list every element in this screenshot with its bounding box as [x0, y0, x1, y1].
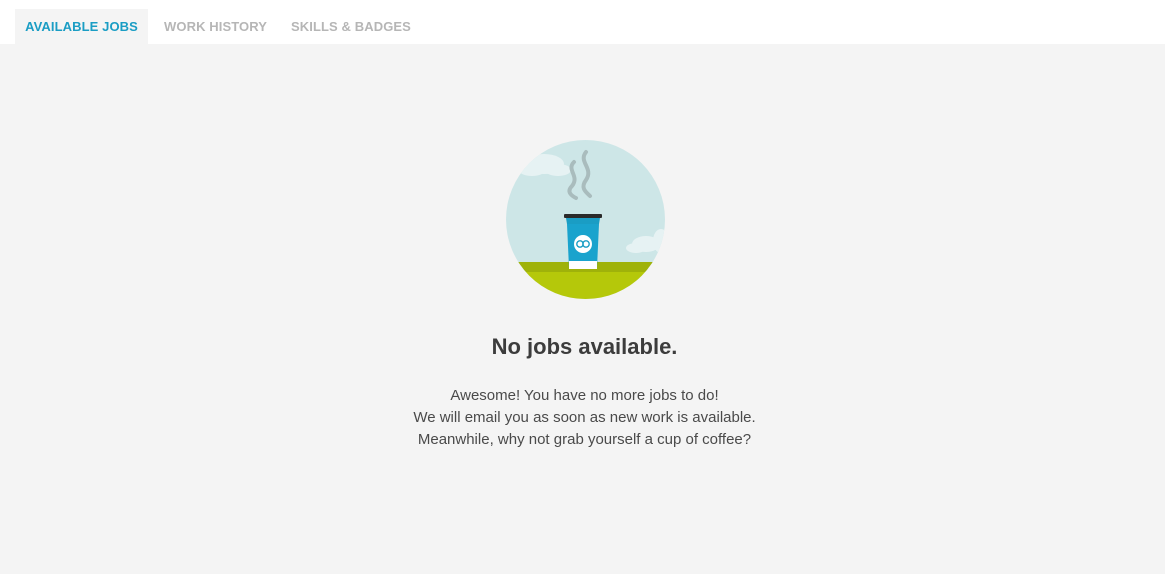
message-line: Awesome! You have no more jobs to do! [450, 387, 719, 404]
empty-state-title: No jobs available. [491, 334, 678, 359]
message-line: We will email you as soon as new work is… [413, 409, 756, 426]
main-content: No jobs available. Awesome! You have no … [0, 44, 1165, 574]
empty-state-message: Awesome! You have no more jobs to do! We… [0, 385, 1165, 451]
tab-work-history[interactable]: WORK HISTORY [164, 9, 267, 44]
coffee-cup-illustration [506, 140, 665, 299]
tab-bar: AVAILABLE JOBS WORK HISTORY SKILLS & BAD… [0, 0, 1165, 44]
tab-skills-badges[interactable]: SKILLS & BADGES [291, 9, 411, 44]
grass-shape [506, 272, 665, 299]
page-bottom-edge [0, 574, 1165, 581]
coffee-cup-shape [564, 214, 602, 269]
tab-available-jobs[interactable]: AVAILABLE JOBS [15, 9, 148, 44]
message-line: Meanwhile, why not grab yourself a cup o… [417, 431, 752, 448]
